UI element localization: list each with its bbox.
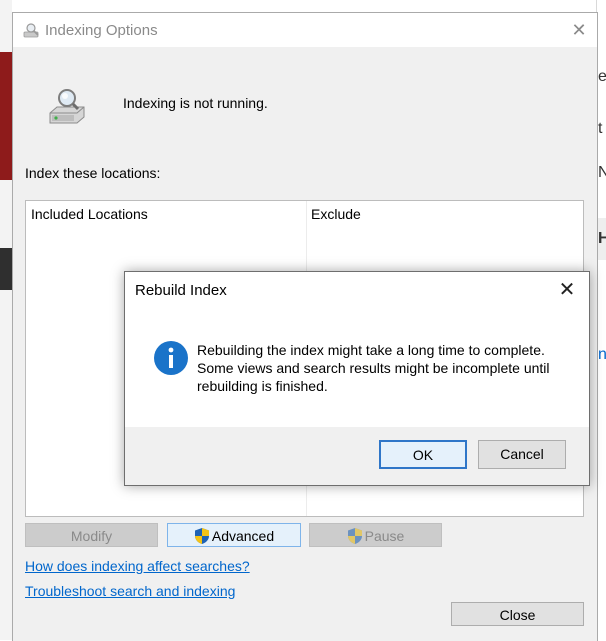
close-button[interactable]: Close [451, 602, 584, 626]
index-locations-label: Index these locations: [25, 165, 161, 181]
background-strip-dark [0, 248, 12, 290]
dialog-title: Rebuild Index [135, 282, 227, 299]
cancel-button[interactable]: Cancel [478, 440, 566, 469]
background-strip-red [0, 52, 12, 180]
advanced-button[interactable]: Advanced [167, 523, 301, 547]
modify-button[interactable]: Modify [25, 523, 158, 547]
how-indexing-link[interactable]: How does indexing affect searches? [25, 558, 250, 574]
column-header-included[interactable]: Included Locations [31, 206, 148, 222]
message-line: rebuilding is finished. [197, 378, 328, 394]
info-icon [154, 341, 188, 375]
background-glyph: n [598, 346, 606, 363]
uac-shield-icon [194, 528, 209, 544]
magnifier-drive-icon [49, 89, 85, 124]
message-line: Rebuilding the index might take a long t… [197, 342, 545, 358]
advanced-button-label: Advanced [211, 528, 275, 544]
rebuild-index-dialog: Rebuild Index ✕ Rebuilding the index mig… [124, 271, 590, 486]
ok-button[interactable]: OK [379, 440, 467, 469]
close-icon[interactable]: ✕ [561, 13, 597, 47]
troubleshoot-link[interactable]: Troubleshoot search and indexing [25, 583, 235, 599]
message-line: Some views and search results might be i… [197, 360, 550, 376]
background-glyph: N [598, 164, 606, 181]
indexing-options-icon [23, 23, 39, 38]
pause-button[interactable]: Pause [309, 523, 442, 547]
title-bar[interactable]: Indexing Options ✕ [13, 13, 597, 47]
dialog-footer: OK Cancel [125, 427, 589, 485]
window-title: Indexing Options [45, 22, 158, 39]
background-glyph: e [598, 68, 606, 85]
indexing-status-text: Indexing is not running. [123, 95, 268, 111]
background-glyph: t [598, 120, 603, 137]
uac-shield-icon [347, 528, 362, 544]
pause-button-label: Pause [364, 528, 405, 544]
column-header-exclude[interactable]: Exclude [311, 206, 361, 222]
background-window-left [0, 0, 12, 640]
background-glyph: H [598, 230, 606, 247]
close-icon[interactable]: ✕ [545, 272, 589, 308]
dialog-message: Rebuilding the index might take a long t… [197, 341, 577, 395]
